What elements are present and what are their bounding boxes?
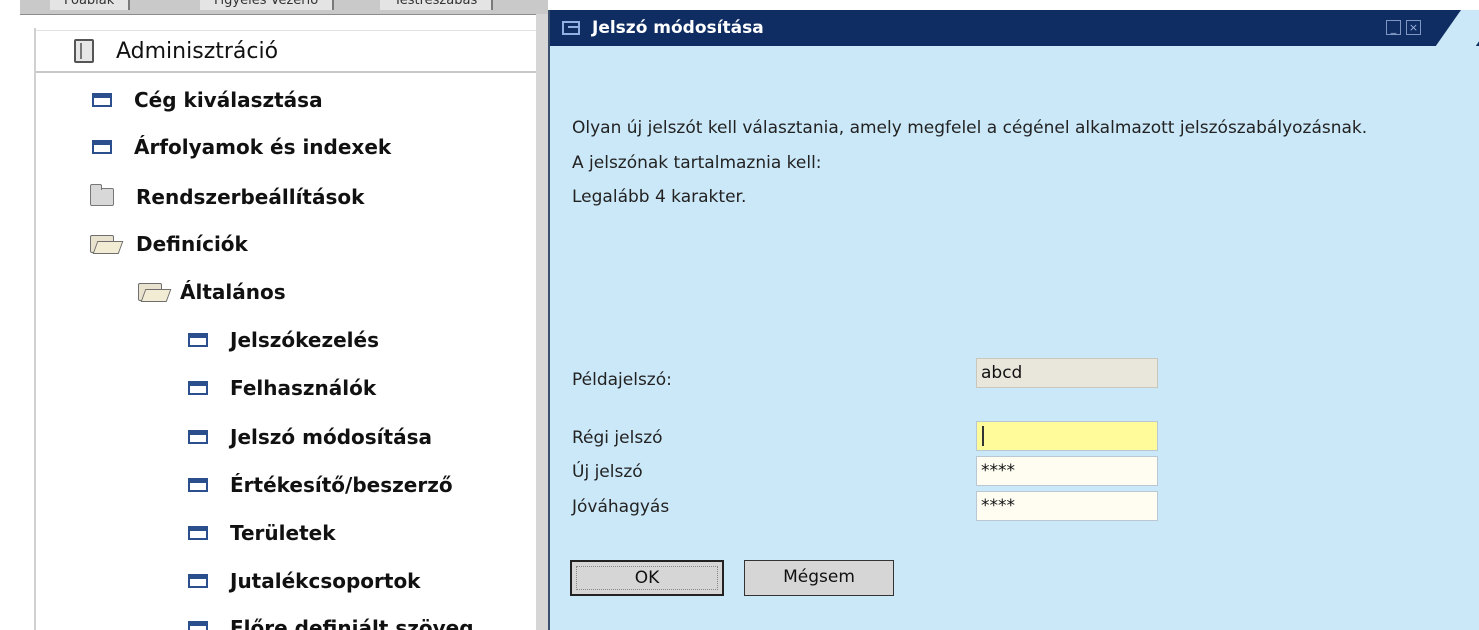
tree-item-label: Előre definiált szöveg — [230, 616, 474, 630]
tree-item-label: Általános — [180, 280, 286, 304]
tree-item-label: Jutalékcsoportok — [230, 569, 421, 593]
text-cursor — [982, 426, 984, 446]
folder-open-icon — [138, 283, 162, 301]
tree-item-system-settings[interactable]: Rendszerbeállítások — [90, 179, 364, 215]
dialog-titlebar[interactable]: Jelszó módosítása _ × — [550, 10, 1479, 56]
policy-message: Olyan új jelszót kell választania, amely… — [572, 118, 1368, 138]
example-password-field: abcd — [976, 358, 1158, 388]
tree-item-label: Árfolyamok és indexek — [134, 135, 392, 159]
module-tab-strip: Főablak Figyelés Vezérlő Testreszabás — [20, 0, 548, 15]
window-icon — [188, 333, 208, 347]
tree-item-sales-purchasing[interactable]: Értékesítő/beszerző — [188, 467, 453, 503]
folder-icon — [90, 184, 114, 206]
policy-requirement: Legalább 4 karakter. — [572, 187, 747, 207]
example-password-label: Példajelszó: — [572, 370, 672, 390]
tree-item-change-password[interactable]: Jelszó módosítása — [188, 419, 432, 455]
window-icon — [188, 430, 208, 444]
tree-item-password-management[interactable]: Jelszókezelés — [188, 322, 379, 358]
tree-item-label: Jelszó módosítása — [230, 425, 432, 449]
tree-item-company-select[interactable]: Cég kiválasztása — [92, 82, 323, 118]
window-icon — [188, 478, 208, 492]
navigation-tree-panel: Főablak Figyelés Vezérlő Testreszabás Ad… — [0, 0, 548, 630]
tree-item-label: Rendszerbeállítások — [136, 185, 365, 209]
tree-item-exchange-rates[interactable]: Árfolyamok és indexek — [92, 129, 391, 165]
tree-item-general[interactable]: Általános — [138, 274, 286, 310]
tree-item-predefined-text[interactable]: Előre definiált szöveg — [188, 610, 474, 630]
new-password-label: Új jelszó — [572, 462, 643, 482]
policy-requirement-heading: A jelszónak tartalmaznia kell: — [572, 153, 822, 173]
tree-item-territories[interactable]: Területek — [188, 515, 336, 551]
titlebar-corner — [1428, 10, 1479, 56]
window-icon — [188, 526, 208, 540]
tree-item-label: Értékesítő/beszerző — [230, 473, 453, 497]
tree-indent-border — [34, 28, 36, 630]
tree-item-label: Definíciók — [136, 232, 248, 256]
tree-item-label: Területek — [230, 521, 336, 545]
window-icon — [188, 381, 208, 395]
window-icon — [562, 21, 580, 35]
tree-item-label: Adminisztráció — [116, 38, 279, 64]
folder-open-icon — [90, 235, 114, 253]
change-password-dialog: Jelszó módosítása _ × Olyan új jelszót k… — [548, 10, 1479, 630]
tree-item-definitions[interactable]: Definíciók — [90, 226, 248, 262]
tab-main-window[interactable]: Főablak — [50, 0, 131, 10]
window-icon — [188, 621, 208, 630]
tree-item-label: Jelszókezelés — [230, 328, 380, 352]
old-password-label: Régi jelszó — [572, 428, 663, 448]
confirm-password-input[interactable]: **** — [976, 491, 1158, 521]
minimize-icon[interactable]: _ — [1386, 20, 1401, 35]
tree-item-label: Cég kiválasztása — [134, 88, 323, 112]
tab-customize[interactable]: Testreszabás — [380, 0, 494, 10]
tree-item-commission-groups[interactable]: Jutalékcsoportok — [188, 563, 420, 599]
confirm-password-label: Jóváhagyás — [572, 497, 670, 517]
tree-item-label: Felhasználók — [230, 376, 377, 400]
window-icon — [188, 574, 208, 588]
window-icon — [92, 140, 112, 154]
close-icon[interactable]: × — [1406, 20, 1421, 35]
new-password-input[interactable]: **** — [976, 456, 1158, 486]
cancel-button[interactable]: Mégsem — [744, 560, 894, 596]
ok-button[interactable]: OK — [570, 560, 724, 596]
tree-item-administration[interactable]: Adminisztráció — [36, 30, 548, 73]
dialog-title: Jelszó módosítása — [592, 18, 764, 38]
old-password-input[interactable] — [976, 421, 1158, 451]
window-icon — [92, 93, 112, 107]
tree-item-users[interactable]: Felhasználók — [188, 370, 376, 406]
book-icon — [74, 39, 94, 63]
tab-monitor-control[interactable]: Figyelés Vezérlő — [200, 0, 335, 10]
panel-edge — [536, 14, 548, 630]
